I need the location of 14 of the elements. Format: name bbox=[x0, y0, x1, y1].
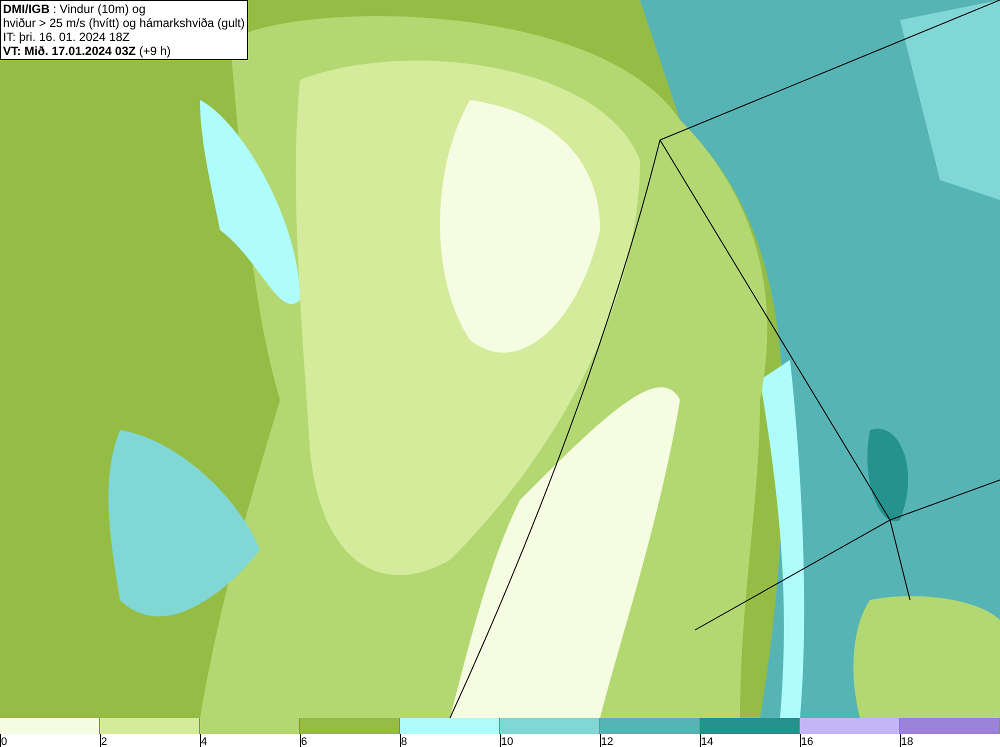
scale-label: 4 bbox=[201, 736, 208, 747]
scale-label: 8 bbox=[401, 736, 408, 747]
scale-label: 10 bbox=[501, 736, 514, 747]
info-text: IT: þri. 16. 01. 2024 18Z bbox=[3, 30, 131, 44]
info-text: DMI/IGB : Vindur (10m) og bbox=[3, 2, 146, 16]
scale-label: 6 bbox=[301, 736, 308, 747]
scale-label: 2 bbox=[101, 736, 108, 747]
scale-label: 14 bbox=[701, 736, 714, 747]
scale-label: 12 bbox=[601, 736, 614, 747]
info-text: VT: Mið. 17.01.2024 03Z (+9 h) bbox=[3, 44, 172, 58]
scale-label: 18 bbox=[901, 736, 914, 747]
info-text: hviður > 25 m/s (hvítt) og hámarkshviða (gult) bbox=[3, 16, 245, 30]
scale-label: 0 bbox=[1, 736, 8, 747]
scale-label: 16 bbox=[801, 736, 814, 747]
